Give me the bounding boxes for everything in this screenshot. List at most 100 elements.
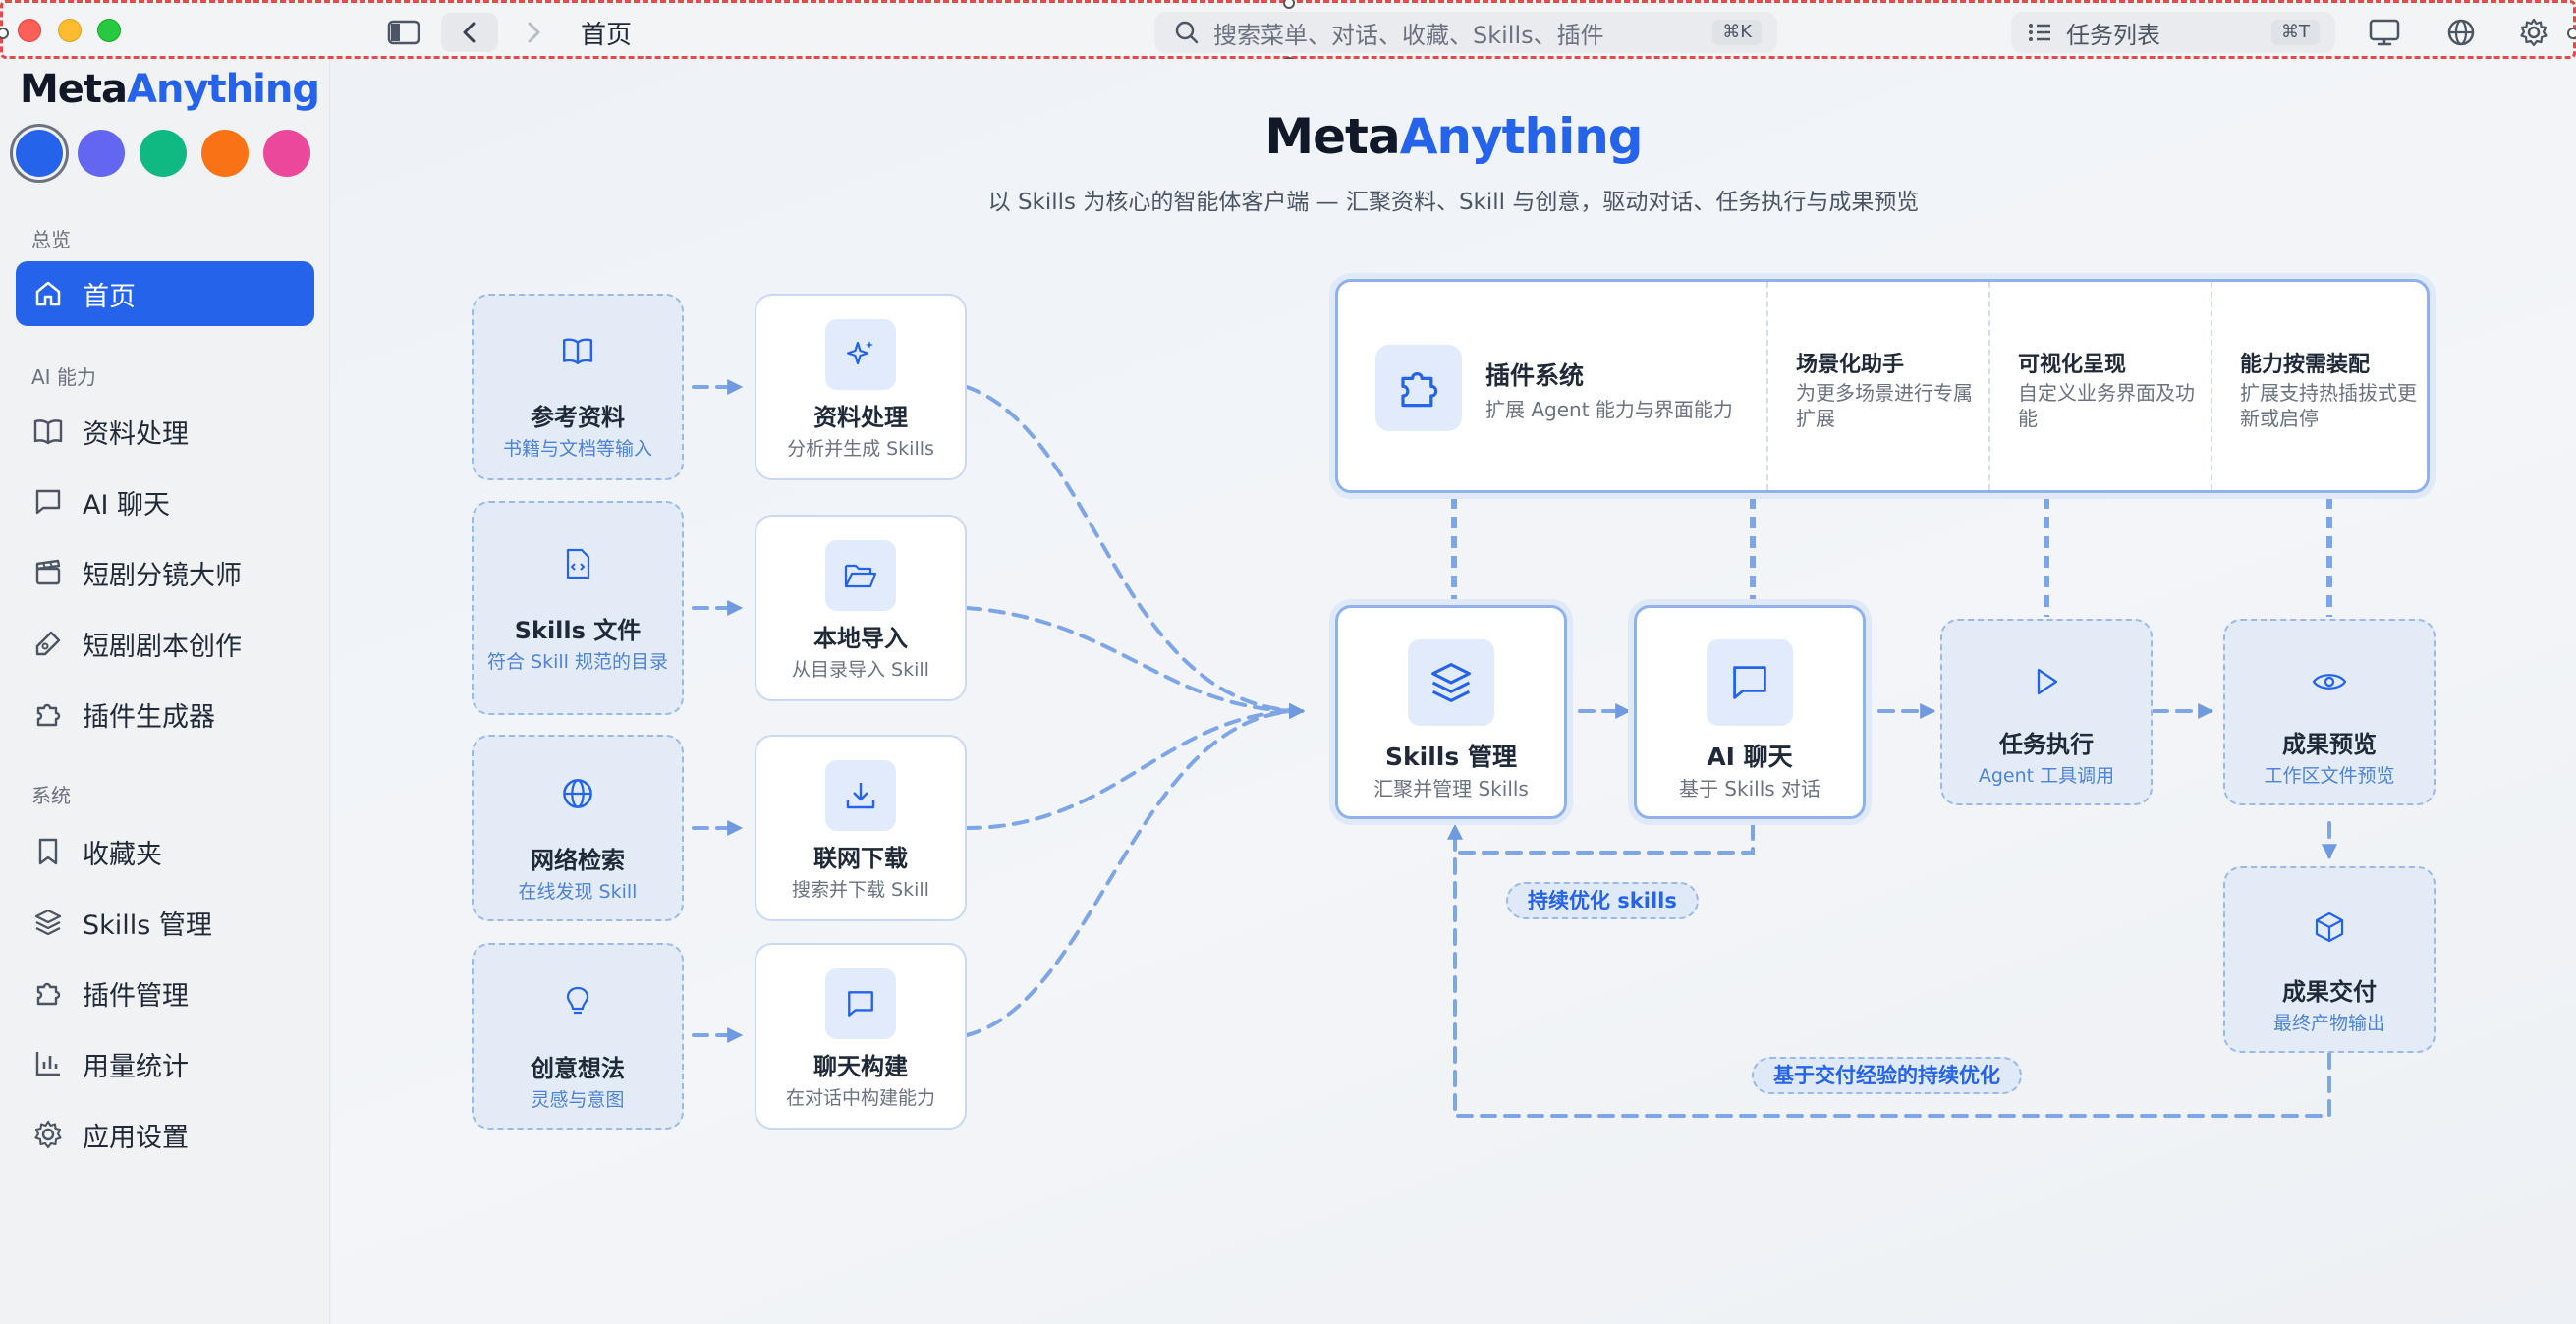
sidebar-item-app-settings[interactable]: 应用设置 [16,1102,314,1167]
download-icon [825,760,896,831]
list-icon [2029,24,2050,41]
search-shortcut-badge: ⌘K [1712,20,1762,45]
home-icon [31,277,65,310]
sidebar-item-label: 用量统计 [83,1051,189,1082]
chevron-left-icon [463,22,476,43]
card-title: Skills 文件 [514,617,642,644]
sidebar-item-storyboard[interactable]: 短剧分镜大师 [16,540,314,605]
layers-icon [31,906,65,939]
sidebar-item-document-processing[interactable]: 资料处理 [16,399,314,464]
feature-title: 场景化助手 [1796,353,1905,377]
card-title: 成果交付 [2282,978,2377,1006]
sidebar-item-favorites[interactable]: 收藏夹 [16,819,314,884]
feature-subtitle: 扩展支持热插拔式更新或启停 [2240,381,2417,430]
theme-swatch-green[interactable] [140,130,187,177]
sidebar: MetaAnything 总览 首页 AI 能力 资料处理 AI 聊天 短剧分镜… [0,59,330,1324]
process-card-local-import[interactable]: 本地导入 从目录导入 Skill [755,515,967,701]
package-icon [2308,906,2351,949]
monitor-button[interactable] [2367,15,2402,50]
search-input[interactable]: 搜索菜单、对话、收藏、Skills、插件 ⌘K [1154,12,1777,53]
language-button[interactable] [2443,15,2479,50]
plugin-feature-on-demand: 能力按需装配 扩展支持热插拔式更新或启停 [2211,282,2427,490]
sidebar-item-ai-chat[interactable]: AI 聊天 [16,469,314,534]
task-execution-card[interactable]: 任务执行 Agent 工具调用 [1940,619,2153,805]
source-card-reference[interactable]: 参考资料 书籍与文档等输入 [472,294,684,480]
resize-handle-top[interactable] [1283,0,1295,9]
delivery-card[interactable]: 成果交付 最终产物输出 [2223,866,2436,1053]
book-icon [31,414,65,448]
card-subtitle: 在线发现 Skill [518,881,638,903]
close-window-button[interactable] [18,19,41,42]
brand-logo: MetaAnything [20,67,320,112]
minimize-window-button[interactable] [58,19,82,42]
sidebar-item-home[interactable]: 首页 [16,261,314,326]
sidebar-item-skills-management[interactable]: Skills 管理 [16,890,314,955]
card-title: 网络检索 [531,847,625,874]
page-title: 首页 [581,21,633,50]
source-card-ideas[interactable]: 创意想法 灵感与意图 [472,943,684,1130]
task-list-button[interactable]: 任务列表 ⌘T [2011,12,2335,53]
card-title: 资料处理 [813,404,908,431]
card-title: 创意想法 [531,1055,625,1082]
card-subtitle: 汇聚并管理 Skills [1373,777,1529,800]
card-title: 成果预览 [2282,731,2377,758]
theme-swatch-orange[interactable] [201,130,249,177]
search-placeholder: 搜索菜单、对话、收藏、Skills、插件 [1213,21,1604,49]
ai-chat-card[interactable]: AI 聊天 基于 Skills 对话 [1634,605,1866,819]
gear-icon [31,1118,65,1151]
monitor-icon [2369,19,2400,46]
source-card-web-search[interactable]: 网络检索 在线发现 Skill [472,735,684,921]
folder-open-icon [825,540,896,611]
card-title: 参考资料 [531,404,625,431]
sidebar-item-label: 收藏夹 [83,839,162,870]
card-subtitle: 搜索并下载 Skill [792,879,929,901]
sidebar-item-label: 短剧剧本创作 [83,631,242,662]
section-label-ai: AI 能力 [31,365,96,389]
theme-swatch-blue[interactable] [16,130,63,177]
plugin-system-title: 插件系统 [1485,361,1585,390]
card-subtitle: Agent 工具调用 [1978,765,2115,787]
sidebar-item-plugin-generator[interactable]: 插件生成器 [16,682,314,746]
zoom-window-button[interactable] [97,19,121,42]
search-icon [1175,21,1199,44]
resize-handle-right[interactable] [2567,28,2576,39]
toggle-sidebar-button[interactable] [382,13,425,52]
settings-button[interactable] [2516,15,2551,50]
sidebar-item-usage-stats[interactable]: 用量统计 [16,1031,314,1096]
task-list-label: 任务列表 [2066,21,2160,49]
card-subtitle: 在对话中构建能力 [785,1087,935,1109]
globe-icon [556,772,599,815]
card-title: 联网下载 [813,845,908,872]
puzzle-icon [31,697,65,731]
layers-icon [1408,639,1494,726]
theme-swatch-indigo[interactable] [78,130,125,177]
plugin-system-panel[interactable]: 插件系统 扩展 Agent 能力与界面能力 场景化助手 为更多场景进行专属扩展 … [1335,279,2430,493]
back-button[interactable] [441,13,498,52]
forward-button[interactable] [510,13,557,52]
process-card-document-processing[interactable]: 资料处理 分析并生成 Skills [755,294,967,480]
resize-handle-left[interactable] [0,28,9,39]
puzzle-icon [31,976,65,1010]
book-icon [556,329,599,372]
card-title: Skills 管理 [1385,743,1517,771]
process-card-chat-build[interactable]: 聊天构建 在对话中构建能力 [755,943,967,1130]
sidebar-toggle-icon [387,20,420,45]
sidebar-item-label: 资料处理 [83,418,189,450]
source-card-skills-files[interactable]: Skills 文件 符合 Skill 规范的目录 [472,501,684,715]
plugin-feature-scenario: 场景化助手 为更多场景进行专属扩展 [1766,282,1988,490]
theme-swatch-pink[interactable] [263,130,310,177]
bookmark-icon [31,835,65,868]
skills-management-card[interactable]: Skills 管理 汇聚并管理 Skills [1335,605,1567,819]
sidebar-item-label: 首页 [83,281,136,312]
sidebar-item-script-writing[interactable]: 短剧剧本创作 [16,611,314,676]
plugin-system-subtitle: 扩展 Agent 能力与界面能力 [1485,398,1733,421]
sparkles-icon [825,319,896,390]
sidebar-item-label: 短剧分镜大师 [83,560,242,591]
lightbulb-icon [556,980,599,1023]
globe-icon [2447,19,2475,46]
sidebar-item-plugin-management[interactable]: 插件管理 [16,961,314,1025]
process-card-web-download[interactable]: 联网下载 搜索并下载 Skill [755,735,967,921]
result-preview-card[interactable]: 成果预览 工作区文件预览 [2223,619,2436,805]
clapperboard-icon [31,556,65,589]
sidebar-item-label: Skills 管理 [83,910,212,941]
